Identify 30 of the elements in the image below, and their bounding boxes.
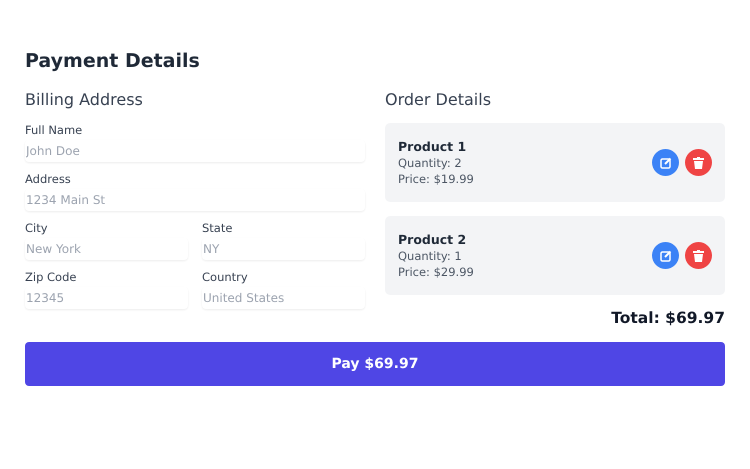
input-field[interactable]: New York: [25, 238, 188, 260]
field-label: State: [202, 221, 234, 235]
field-label: Full Name: [25, 123, 84, 137]
field-label: City: [25, 221, 49, 235]
page-title: Payment Details: [25, 50, 201, 72]
input-field[interactable]: NY: [202, 238, 365, 260]
input-field[interactable]: United States: [202, 287, 365, 309]
product-name: Product 2: [398, 232, 468, 247]
pay-button[interactable]: Pay $69.97: [25, 342, 725, 386]
trash-icon: [693, 250, 704, 262]
product-price: Price: $29.99: [398, 265, 474, 279]
section-heading: Billing Address: [25, 90, 144, 109]
input-field[interactable]: 12345: [25, 287, 188, 309]
section-heading: Order Details: [385, 90, 492, 109]
order-total: Total: $69.97: [610, 309, 725, 327]
edit-button[interactable]: [652, 149, 679, 176]
product-name: Product 1: [398, 139, 468, 154]
edit-icon: [660, 156, 672, 168]
trash-icon: [693, 156, 704, 168]
field-label: Zip Code: [25, 270, 78, 284]
product-price: Price: $19.99: [398, 172, 474, 186]
edit-button[interactable]: [652, 242, 679, 269]
product-quantity: Quantity: 2: [398, 156, 463, 170]
field-label: Address: [25, 172, 72, 186]
edit-icon: [660, 250, 672, 262]
delete-button[interactable]: [685, 149, 712, 176]
product-quantity: Quantity: 1: [398, 249, 463, 263]
field-label: Country: [202, 270, 249, 284]
delete-button[interactable]: [685, 242, 712, 269]
input-field[interactable]: 1234 Main St: [25, 189, 365, 211]
